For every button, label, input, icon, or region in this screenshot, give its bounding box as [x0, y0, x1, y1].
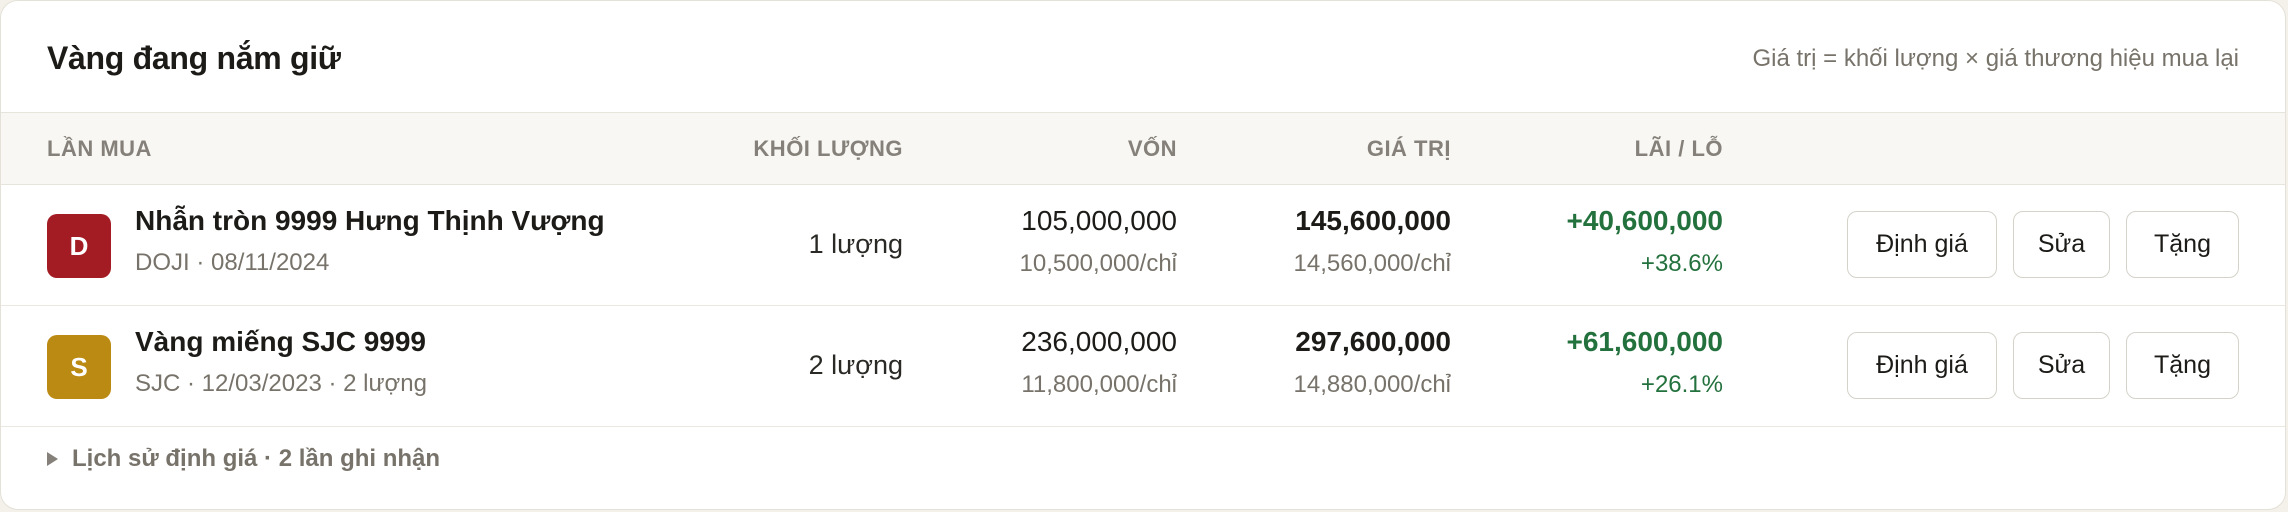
col-capital: VỐN [1127, 136, 1177, 161]
item-profit-percent: +26.1% [1640, 371, 1723, 398]
valuation-history-label: Lịch sử định giá · 2 lần ghi nhận [72, 445, 441, 472]
valuation-history-toggle[interactable]: Lịch sử định giá · 2 lần ghi nhận [47, 445, 440, 473]
valuate-button[interactable]: Định giá [1847, 211, 1997, 278]
gift-button[interactable]: Tặng [2126, 332, 2239, 399]
col-weight: KHỐI LƯỢNG [753, 136, 903, 161]
row-actions: Định giá Sửa Tặng [1847, 332, 2239, 399]
card-header: Vàng đang nắm giữ Giá trị = khối lượng ×… [1, 1, 2285, 112]
triangle-right-icon [47, 452, 58, 466]
item-name: Nhẫn tròn 9999 Hưng Thịnh Vượng [135, 205, 605, 236]
holdings-card: Vàng đang nắm giữ Giá trị = khối lượng ×… [0, 0, 2286, 510]
item-capital-per-chi: 10,500,000/chỉ [1019, 250, 1177, 277]
edit-button[interactable]: Sửa [2013, 332, 2110, 399]
item-capital: 105,000,000 [1021, 205, 1177, 236]
item-meta: SJC · 12/03/2023 · 2 lượng [135, 370, 427, 397]
col-purchase: LẦN MUA [47, 136, 152, 161]
item-capital: 236,000,000 [1021, 326, 1177, 357]
item-value-per-chi: 14,560,000/chỉ [1293, 250, 1451, 277]
item-profit: +61,600,000 [1566, 326, 1724, 357]
table-row: S Vàng miếng SJC 9999 SJC · 12/03/2023 ·… [1, 306, 2285, 427]
brand-avatar: D [47, 214, 111, 278]
value-formula-note: Giá trị = khối lượng × giá thương hiệu m… [1752, 44, 2239, 72]
item-profit-percent: +38.6% [1640, 250, 1723, 277]
col-profit: LÃI / LỖ [1634, 136, 1723, 161]
item-value: 297,600,000 [1295, 326, 1451, 357]
card-title: Vàng đang nắm giữ [47, 40, 341, 76]
table-row: D Nhẫn tròn 9999 Hưng Thịnh Vượng DOJI ·… [1, 185, 2285, 306]
valuate-button[interactable]: Định giá [1847, 332, 1997, 399]
edit-button[interactable]: Sửa [2013, 211, 2110, 278]
item-profit: +40,600,000 [1566, 205, 1724, 236]
item-weight: 1 lượng [808, 229, 903, 259]
brand-avatar: S [47, 335, 111, 399]
col-value: GIÁ TRỊ [1366, 136, 1451, 161]
row-actions: Định giá Sửa Tặng [1847, 211, 2239, 278]
item-value-per-chi: 14,880,000/chỉ [1293, 371, 1451, 398]
item-meta: DOJI · 08/11/2024 [135, 249, 330, 276]
item-value: 145,600,000 [1295, 205, 1451, 236]
item-weight: 2 lượng [808, 350, 903, 380]
item-name: Vàng miếng SJC 9999 [135, 326, 427, 357]
gift-button[interactable]: Tặng [2126, 211, 2239, 278]
item-capital-per-chi: 11,800,000/chỉ [1021, 371, 1177, 398]
table-header: LẦN MUA KHỐI LƯỢNG VỐN GIÁ TRỊ LÃI / LỖ [1, 112, 2285, 185]
